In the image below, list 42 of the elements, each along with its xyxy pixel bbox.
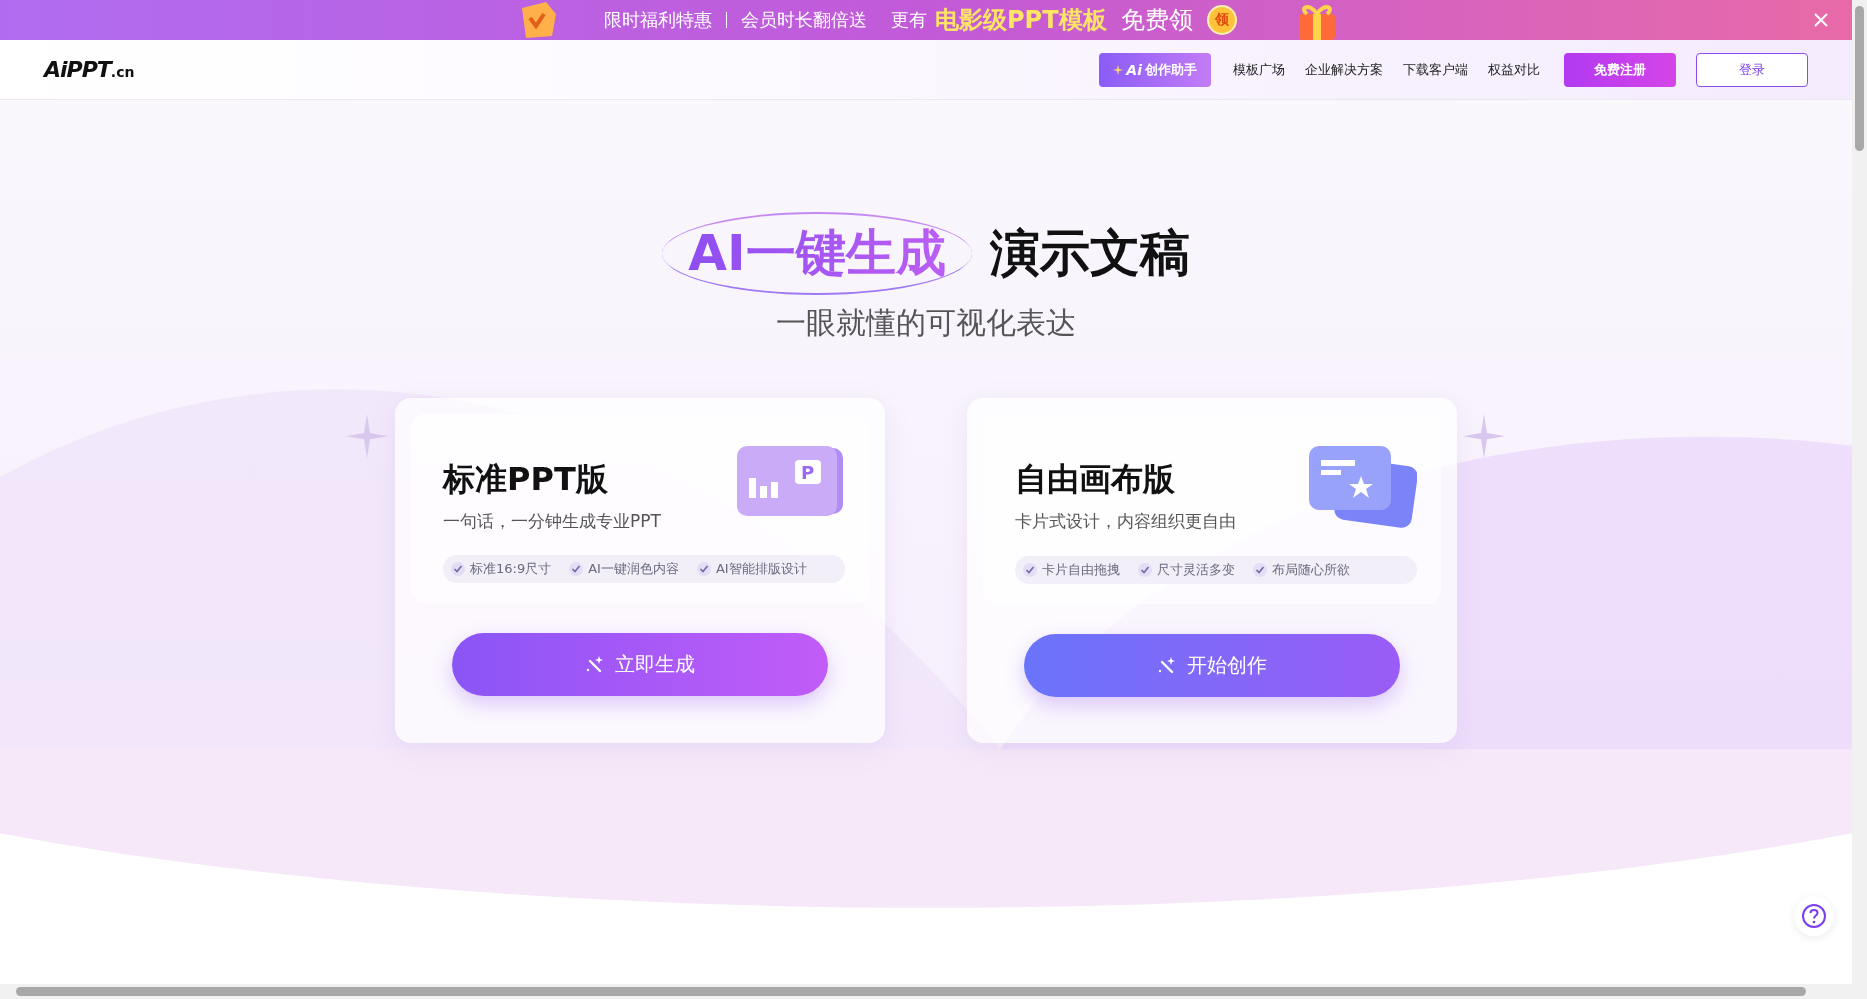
close-icon: [1814, 13, 1828, 27]
logo[interactable]: AiPPT.cn: [44, 57, 135, 82]
help-icon: [1801, 903, 1827, 929]
nav-link[interactable]: 权益对比: [1488, 60, 1540, 79]
feature-label: 标准16:9尺寸: [470, 560, 552, 578]
magic-wand-icon: [585, 654, 605, 675]
feature-label: AI智能排版设计: [715, 560, 807, 578]
magic-wand-icon: [1157, 655, 1177, 676]
nav-link[interactable]: 模板广场: [1233, 60, 1285, 79]
hero-title: 演示文稿: [989, 223, 1190, 284]
feature-label: AI一键润色内容: [588, 560, 679, 578]
feature-label: 布局随心所欲: [1272, 561, 1350, 579]
banner-text: 更有: [891, 8, 927, 32]
card-description: 卡片式设计，内容组织更自由: [1015, 510, 1236, 533]
card-description: 一句话，一分钟生成专业PPT: [443, 510, 661, 533]
horizontal-scrollbar[interactable]: [0, 984, 1852, 999]
promo-banner[interactable]: 限时福利特惠 会员时长翻倍送 更有 电影级PPT模板 免费领 领: [0, 0, 1852, 40]
ai-assistant-button[interactable]: Ai 创作助手: [1099, 52, 1211, 87]
banner-offer: 免费领: [1120, 5, 1193, 36]
check-icon: [1253, 563, 1267, 577]
check-icon: [569, 562, 584, 576]
check-icon: [1138, 563, 1152, 577]
feature-label: 尺寸灵活多变: [1157, 561, 1235, 579]
nav-link[interactable]: 下载客户端: [1403, 60, 1468, 79]
register-button[interactable]: 免费注册: [1564, 52, 1676, 87]
feature-label: 卡片自由拖拽: [1042, 561, 1120, 579]
generate-button[interactable]: 立即生成: [452, 633, 828, 696]
sparkle-icon: [1113, 64, 1124, 75]
check-icon: [451, 562, 465, 576]
banner-text: 限时福利特惠: [604, 8, 712, 32]
login-button[interactable]: 登录: [1696, 52, 1808, 87]
generate-button[interactable]: 开始创作: [1024, 634, 1400, 697]
card-title: 自由画布版: [1015, 459, 1176, 500]
nav-link[interactable]: 企业解决方案: [1305, 60, 1383, 79]
hero-subtitle: 一眼就懂的可视化表达: [776, 304, 1076, 342]
banner-highlight: 电影级PPT模板: [935, 5, 1107, 36]
check-icon: [696, 562, 711, 576]
banner-text: 会员时长翻倍送: [741, 8, 867, 32]
card-title: 标准PPT版: [443, 459, 609, 500]
check-icon: [1023, 563, 1037, 577]
close-button[interactable]: [1814, 13, 1828, 27]
vertical-scrollbar[interactable]: [1852, 0, 1867, 999]
